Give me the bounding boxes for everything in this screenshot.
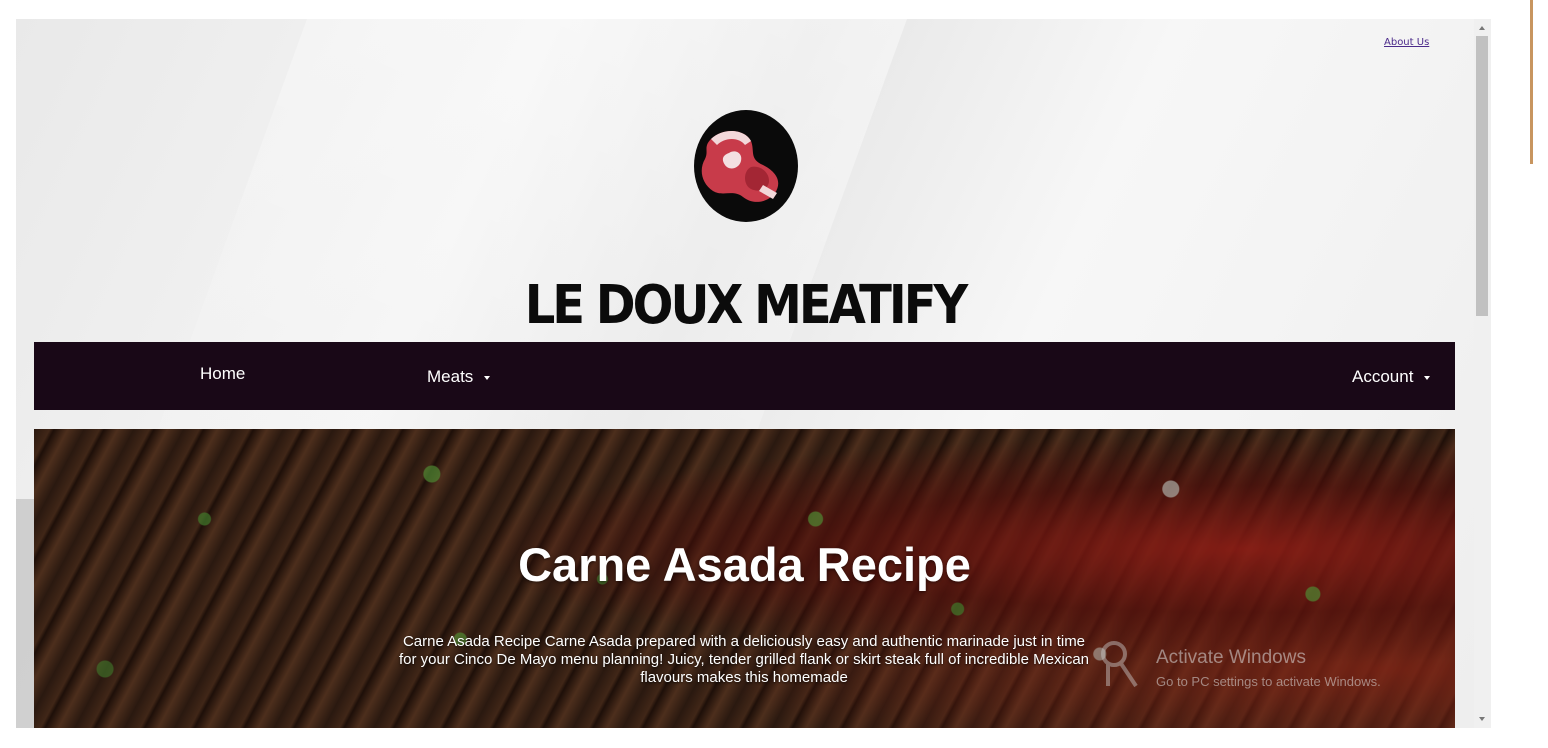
scroll-up-arrow-icon[interactable] [1479,26,1485,30]
hero-banner[interactable]: Carne Asada Recipe Carne Asada Recipe Ca… [34,429,1455,728]
nav-account-dropdown[interactable]: Account [1352,367,1431,387]
main-navbar: Home Meats Account [34,342,1455,410]
scrollbar-thumb[interactable] [1476,36,1488,316]
steak-logo-icon[interactable] [693,109,799,223]
about-us-link[interactable]: About Us [1384,37,1429,48]
hero-description: Carne Asada Recipe Carne Asada prepared … [398,633,1090,686]
page-viewport: About Us LE DOUX MEATIFY Home Meats Acco… [16,19,1474,728]
nav-account-label: Account [1352,367,1414,386]
nav-home[interactable]: Home [200,364,245,384]
hero-title: Carne Asada Recipe [518,538,971,591]
edge-accent-bar [1530,0,1533,164]
nav-meats-dropdown[interactable]: Meats [427,367,491,387]
caret-down-icon [1424,375,1431,380]
site-title: LE DOUX MEATIFY [524,273,969,337]
caret-down-icon [484,375,491,380]
scroll-down-arrow-icon[interactable] [1479,717,1485,721]
nav-home-label: Home [200,364,246,383]
nav-meats-label: Meats [427,367,474,386]
vertical-scrollbar[interactable] [1474,19,1491,728]
